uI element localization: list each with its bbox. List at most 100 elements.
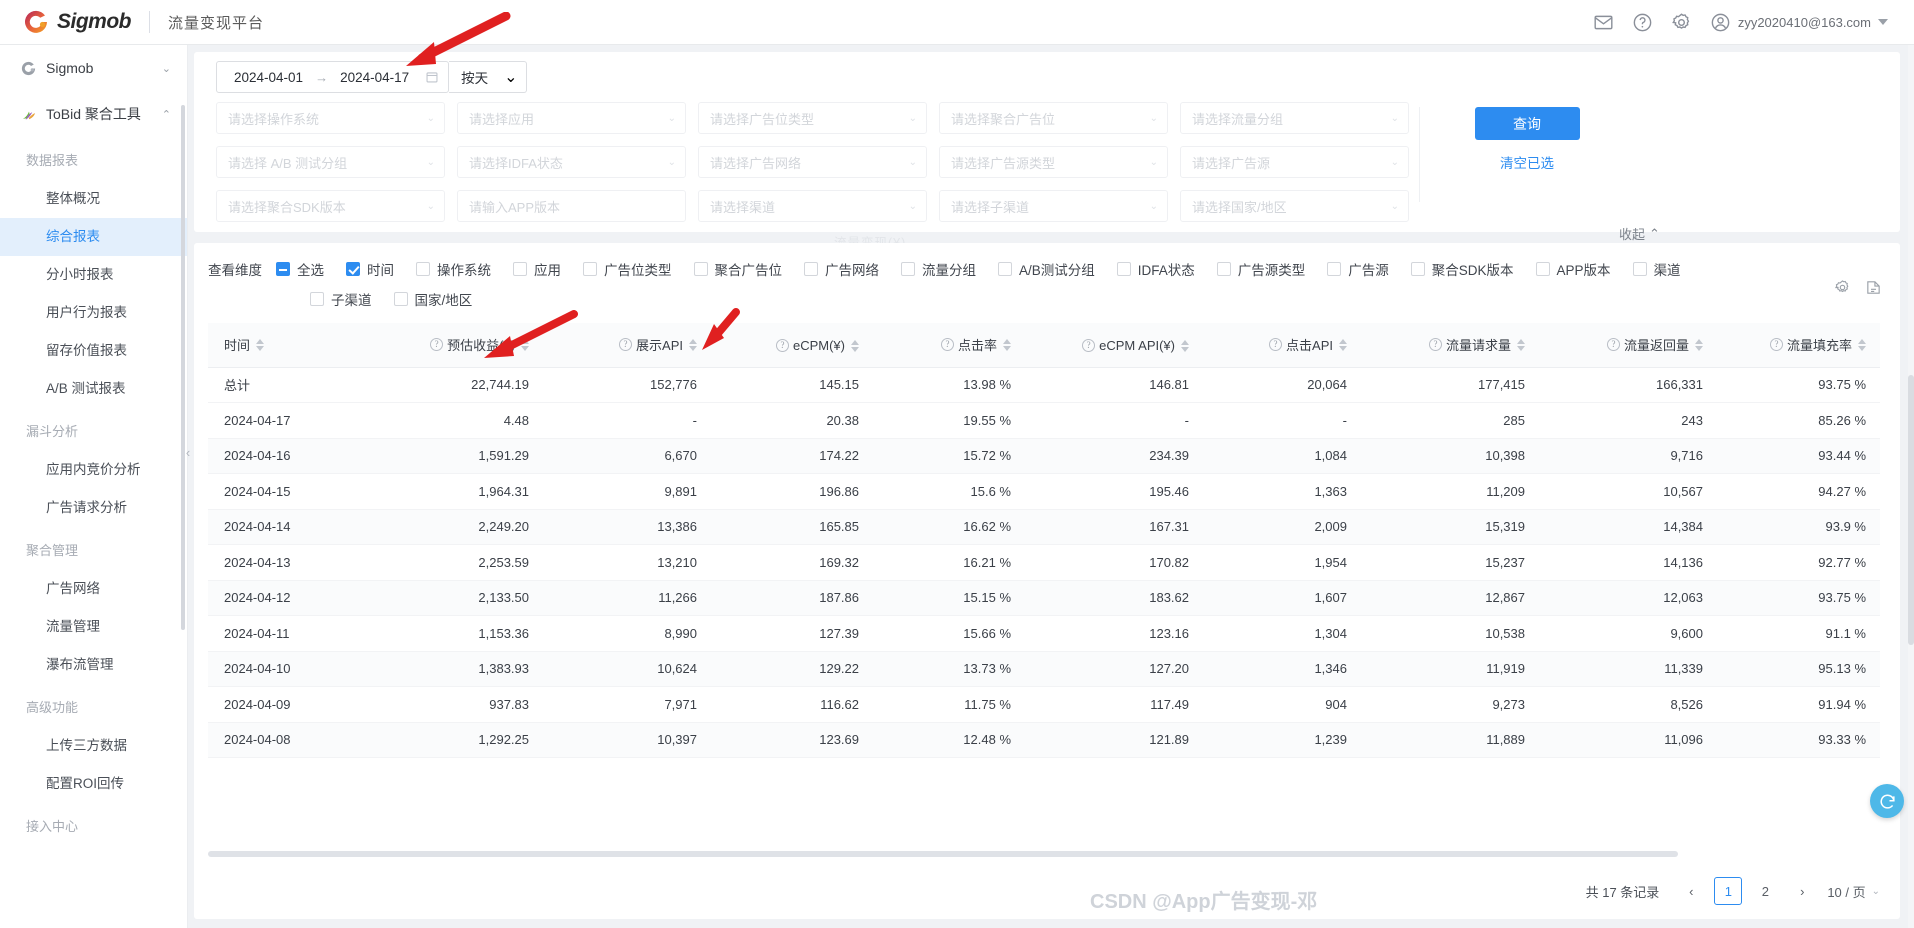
chevron-up-icon[interactable]: ⌃ <box>162 108 171 121</box>
pagination-page-2[interactable]: 2 <box>1751 877 1779 905</box>
sort-icon[interactable] <box>1695 338 1703 351</box>
sidebar-item-2-s4[interactable]: 配置ROI回传 <box>0 765 187 803</box>
sidebar-item-1-s4[interactable]: 上传三方数据 <box>0 727 187 765</box>
filter-select-5[interactable]: 请选择流量分组 ⌄ <box>1180 102 1409 134</box>
chevron-down-icon[interactable] <box>1878 19 1888 25</box>
column-header-10[interactable]: ? 流量填充率 <box>1717 323 1880 368</box>
checkbox-icon[interactable] <box>583 262 597 276</box>
checkbox-icon[interactable] <box>1116 262 1131 276</box>
sidebar-group-sigmob[interactable]: Sigmob ⌄ <box>0 45 187 91</box>
help-icon[interactable]: ? <box>1269 338 1283 352</box>
sidebar-item-6-s1[interactable]: A/B 测试报表 <box>0 370 187 408</box>
dimension-option-6[interactable]: 聚合广告位 <box>693 259 782 279</box>
sidebar-item-3-s3[interactable]: 瀑布流管理 <box>0 646 187 684</box>
help-icon[interactable]: ? <box>619 338 633 352</box>
filter-select-15[interactable]: 请选择国家/地区 ⌄ <box>1180 190 1409 222</box>
help-icon[interactable]: ? <box>1606 338 1620 352</box>
dimension-option-13[interactable]: 聚合SDK版本 <box>1410 259 1514 279</box>
sidebar-item-1-s1[interactable]: 整体概况 <box>0 180 187 218</box>
help-icon[interactable]: ? <box>430 338 444 352</box>
dimension-option-7[interactable]: 广告网络 <box>804 259 879 279</box>
checkbox-icon[interactable] <box>310 292 324 306</box>
checkbox-icon[interactable] <box>1632 262 1647 276</box>
checkbox-icon[interactable] <box>901 262 915 276</box>
dimension-option-11[interactable]: 广告源类型 <box>1216 259 1305 279</box>
filter-select-6[interactable]: 请选择 A/B 测试分组 ⌄ <box>216 146 445 178</box>
checkbox-icon[interactable] <box>693 262 708 276</box>
sidebar-item-2-s2[interactable]: 广告请求分析 <box>0 489 187 527</box>
dimension-option-9[interactable]: A/B测试分组 <box>998 259 1095 279</box>
help-icon[interactable] <box>1632 12 1653 33</box>
dimension-option-10[interactable]: IDFA状态 <box>1116 259 1195 279</box>
column-header-6[interactable]: ? eCPM API(¥) <box>1025 323 1203 368</box>
dimension-option-8[interactable]: 流量分组 <box>901 259 976 279</box>
filter-select-7[interactable]: 请选择IDFA状态 ⌄ <box>457 146 686 178</box>
feedback-fab-button[interactable] <box>1870 784 1904 818</box>
date-end-value[interactable]: 2024-04-17 <box>332 70 417 85</box>
export-icon[interactable] <box>1865 279 1882 301</box>
sidebar-collapse-icon[interactable]: ‹ <box>178 430 198 474</box>
dimension-option-14[interactable]: APP版本 <box>1535 259 1611 279</box>
checkbox-icon[interactable] <box>998 262 1012 276</box>
checkbox-icon[interactable] <box>1216 262 1231 276</box>
sort-icon[interactable] <box>1517 338 1525 351</box>
sort-icon[interactable] <box>1003 338 1011 351</box>
table-horizontal-scrollbar[interactable] <box>208 851 1886 857</box>
filter-select-2[interactable]: 请选择应用 ⌄ <box>457 102 686 134</box>
checkbox-icon[interactable] <box>416 262 430 276</box>
page-scrollbar-thumb[interactable] <box>1908 375 1914 645</box>
filter-select-10[interactable]: 请选择广告源 ⌄ <box>1180 146 1409 178</box>
pagination-page-size[interactable]: 10 / 页 ⌄ <box>1827 882 1880 901</box>
pagination-prev[interactable]: ‹ <box>1677 877 1705 905</box>
filter-select-4[interactable]: 请选择聚合广告位 ⌄ <box>939 102 1168 134</box>
pagination-page-1[interactable]: 1 <box>1714 877 1743 905</box>
filter-select-13[interactable]: 请选择渠道 ⌄ <box>698 190 927 222</box>
column-header-5[interactable]: ? 点击率 <box>873 323 1025 368</box>
clear-selection-button[interactable]: 清空已选 <box>1500 152 1554 172</box>
chevron-down-icon[interactable]: ⌄ <box>162 62 171 75</box>
filter-select-12[interactable]: 请输入APP版本 <box>457 190 686 222</box>
granularity-select[interactable]: 按天 ⌄ <box>449 61 528 93</box>
column-settings-icon[interactable] <box>1834 279 1851 301</box>
column-header-2[interactable]: ? 预估收益(¥) <box>358 323 543 368</box>
sidebar-item-4-s1[interactable]: 用户行为报表 <box>0 294 187 332</box>
sidebar-item-5-s1[interactable]: 留存价值报表 <box>0 332 187 370</box>
dimension-option-15[interactable]: 渠道 <box>1632 259 1681 279</box>
column-header-7[interactable]: ? 点击API <box>1203 323 1361 368</box>
column-header-4[interactable]: ? eCPM(¥) <box>711 323 873 368</box>
sort-icon[interactable] <box>851 339 859 352</box>
settings-icon[interactable] <box>1671 12 1692 33</box>
sidebar-item-2-s3[interactable]: 流量管理 <box>0 608 187 646</box>
dimension-option-row2-2[interactable]: 国家/地区 <box>393 289 472 309</box>
page-scrollbar[interactable] <box>1908 45 1914 928</box>
sidebar-scrollbar[interactable] <box>181 105 185 630</box>
help-icon[interactable]: ? <box>1082 339 1096 353</box>
help-icon[interactable]: ? <box>940 338 954 352</box>
checkbox-icon[interactable] <box>804 262 818 276</box>
date-range-picker[interactable]: 2024-04-01 → 2024-04-17 <box>216 61 450 93</box>
sort-icon[interactable] <box>1339 338 1347 351</box>
sort-icon[interactable] <box>521 338 529 351</box>
checkbox-icon[interactable] <box>346 262 360 276</box>
checkbox-icon[interactable] <box>513 262 527 276</box>
sidebar-item-1-s2[interactable]: 应用内竞价分析 <box>0 451 187 489</box>
checkbox-icon[interactable] <box>276 262 290 276</box>
mail-icon[interactable] <box>1593 12 1614 33</box>
dimension-option-4[interactable]: 应用 <box>513 259 561 279</box>
filter-select-14[interactable]: 请选择子渠道 ⌄ <box>939 190 1168 222</box>
collapse-filters-button[interactable]: 收起 ⌃ <box>1619 224 1660 243</box>
column-header-9[interactable]: ? 流量返回量 <box>1539 323 1717 368</box>
filter-select-3[interactable]: 请选择广告位类型 ⌄ <box>698 102 927 134</box>
column-header-1[interactable]: 时间 <box>208 323 358 368</box>
dimension-option-3[interactable]: 操作系统 <box>416 259 491 279</box>
user-menu[interactable]: zyy2020410@163.com <box>1710 12 1888 33</box>
dimension-option-row2-1[interactable]: 子渠道 <box>310 289 372 309</box>
sidebar-item-2-s1[interactable]: 综合报表 <box>0 218 187 256</box>
help-icon[interactable]: ? <box>1769 338 1783 352</box>
sidebar-item-3-s1[interactable]: 分小时报表 <box>0 256 187 294</box>
column-header-3[interactable]: ? 展示API <box>543 323 711 368</box>
sidebar-group-tobid[interactable]: ToBid 聚合工具 ⌃ <box>0 91 187 137</box>
date-start-value[interactable]: 2024-04-01 <box>226 70 311 85</box>
checkbox-icon[interactable] <box>1327 262 1342 276</box>
dimension-option-1[interactable]: 全选 <box>276 259 324 279</box>
